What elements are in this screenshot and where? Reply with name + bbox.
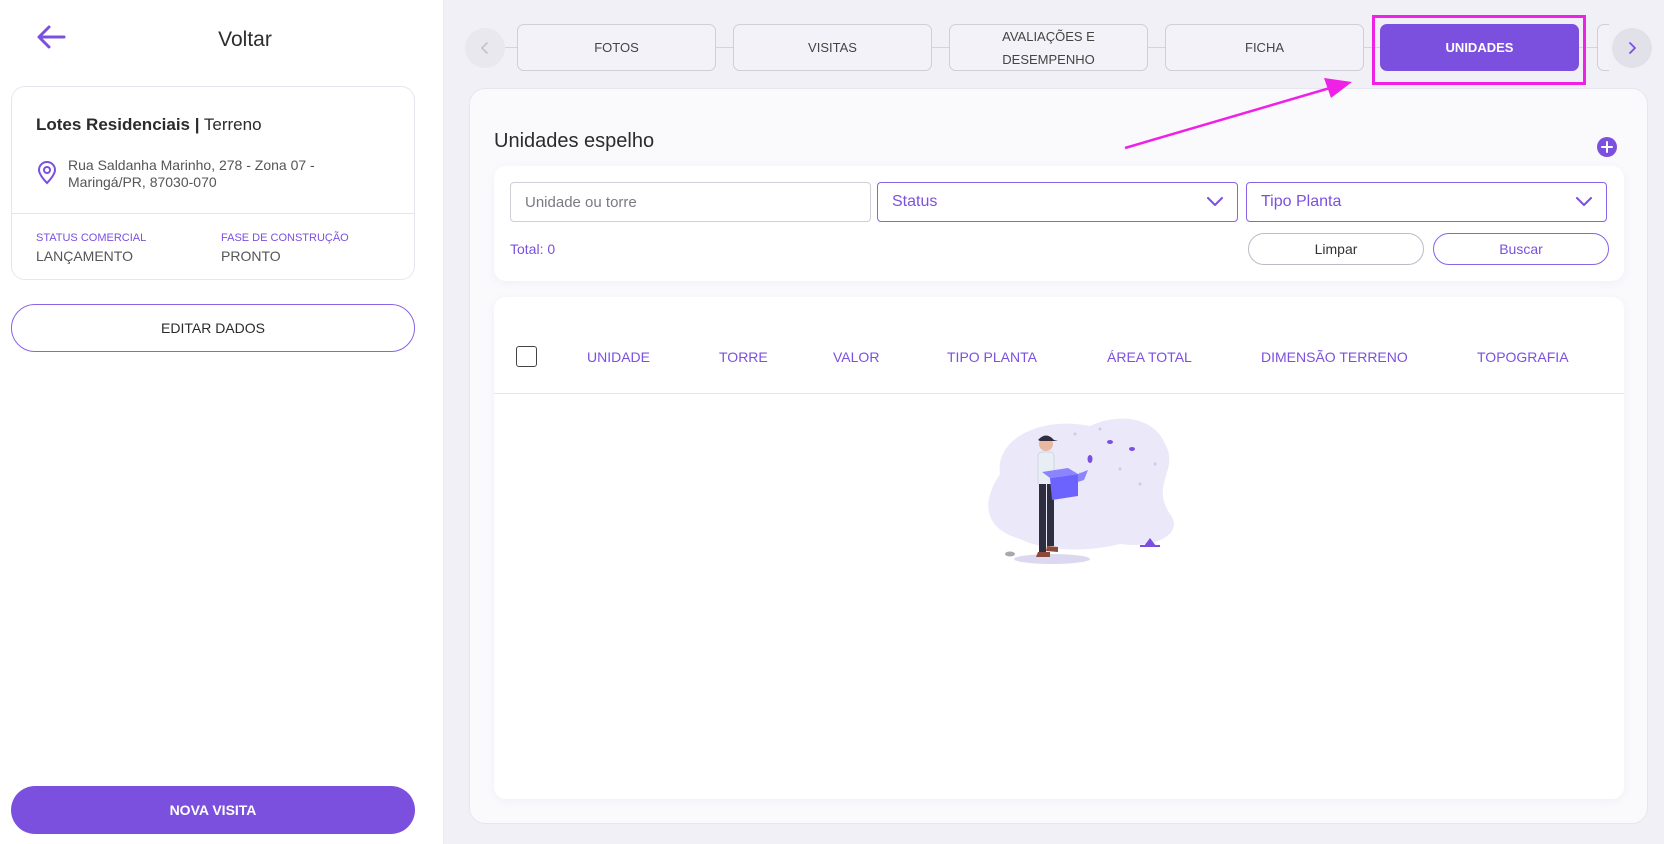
empty-box-illustration — [988, 418, 1174, 564]
property-title: Lotes Residenciais | Terreno — [36, 115, 262, 135]
page-title: Unidades espelho — [494, 130, 655, 152]
column-header-tipo-planta[interactable]: TIPO PLANTA — [947, 349, 1037, 365]
column-header-valor[interactable]: VALOR — [833, 349, 879, 365]
tab-visitas[interactable]: VISITAS — [733, 24, 932, 71]
edit-data-button[interactable]: EDITAR DADOS — [11, 304, 415, 352]
property-type: Terreno — [203, 115, 262, 134]
tab-next-partial[interactable] — [1597, 24, 1609, 71]
unit-search-input[interactable] — [510, 182, 871, 222]
tab-ficha[interactable]: FICHA — [1165, 24, 1364, 71]
chevron-down-icon — [1576, 197, 1592, 206]
search-button[interactable]: Buscar — [1433, 233, 1609, 265]
table-header-divider — [494, 393, 1624, 394]
info-divider — [12, 213, 414, 214]
tab-avaliacoes[interactable]: AVALIAÇÕES E DESEMPENHO — [949, 24, 1148, 71]
address-line-2: Maringá/PR, 87030-070 — [68, 174, 217, 190]
plan-type-select-label: Tipo Planta — [1261, 193, 1342, 210]
location-pin-icon — [37, 161, 57, 185]
clear-button[interactable]: Limpar — [1248, 233, 1424, 265]
construction-phase-label: FASE DE CONSTRUÇÃO — [221, 232, 349, 244]
chevron-left-icon — [481, 42, 488, 54]
plus-icon — [1601, 141, 1613, 153]
tabs-next-button[interactable] — [1612, 28, 1652, 68]
construction-phase-value: PRONTO — [221, 248, 281, 264]
annotation-highlight-box — [1372, 15, 1586, 85]
status-select-label: Status — [892, 193, 938, 210]
back-title: Voltar — [218, 28, 272, 51]
property-info-card: Lotes Residenciais | Terreno Rua Saldanh… — [11, 86, 415, 280]
status-comercial-label: STATUS COMERCIAL — [36, 232, 147, 244]
column-header-topografia[interactable]: TOPOGRAFIA — [1477, 349, 1569, 365]
chevron-right-icon — [1629, 42, 1636, 54]
add-unit-button[interactable] — [1597, 137, 1617, 157]
address-line-1: Rua Saldanha Marinho, 278 - Zona 07 - — [68, 157, 315, 173]
status-comercial-value: LANÇAMENTO — [36, 248, 133, 264]
total-count: Total: 0 — [510, 241, 556, 257]
status-select[interactable]: Status — [877, 182, 1238, 222]
chevron-down-icon — [1207, 197, 1223, 206]
select-all-checkbox[interactable] — [516, 346, 537, 367]
sidebar: Voltar Lotes Residenciais | Terreno Rua … — [0, 0, 444, 844]
property-name: Lotes Residenciais | — [36, 115, 200, 134]
column-header-dimensao-terreno[interactable]: DIMENSÃO TERRENO — [1261, 349, 1408, 365]
column-header-unidade[interactable]: UNIDADE — [587, 349, 650, 365]
tabs-prev-button[interactable] — [465, 28, 505, 68]
column-header-area-total[interactable]: ÁREA TOTAL — [1107, 349, 1192, 365]
new-visit-button[interactable]: NOVA VISITA — [11, 786, 415, 834]
property-address: Rua Saldanha Marinho, 278 - Zona 07 - Ma… — [68, 157, 368, 191]
tab-fotos[interactable]: FOTOS — [517, 24, 716, 71]
plan-type-select[interactable]: Tipo Planta — [1246, 182, 1607, 222]
column-header-torre[interactable]: TORRE — [719, 349, 768, 365]
